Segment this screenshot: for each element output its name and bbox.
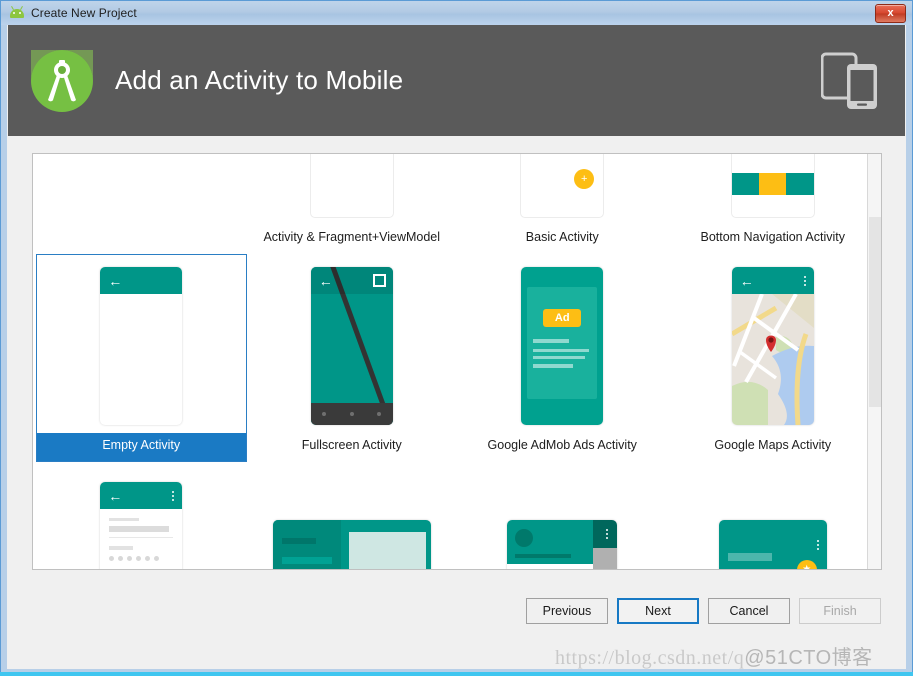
wizard-header: Add an Activity to Mobile <box>8 25 905 136</box>
overflow-menu-icon <box>606 529 609 539</box>
window-bottom-accent <box>0 672 913 676</box>
overflow-menu-icon <box>172 490 175 501</box>
dialog-button-row: Previous Next Cancel Finish <box>526 598 881 624</box>
thumbnail-admob-activity: Ad <box>458 255 667 433</box>
activity-label: Fullscreen Activity <box>301 438 402 452</box>
android-studio-logo-icon <box>31 49 93 112</box>
android-icon <box>9 5 25 21</box>
activity-cell-activity-fragment-viewmodel[interactable]: Activity & Fragment+ViewModel <box>247 154 458 254</box>
back-arrow-icon: ← <box>108 272 123 289</box>
activity-cell-bottom-navigation-activity[interactable]: Bottom Navigation Activity <box>668 154 879 254</box>
activity-cell-navigation-drawer-activity[interactable] <box>457 462 668 569</box>
activity-label: Google AdMob Ads Activity <box>487 438 637 452</box>
activity-grid-scroll[interactable]: Activity & Fragment+ViewModel + Basic Ac… <box>33 154 881 569</box>
back-arrow-icon: ← <box>108 487 123 504</box>
dialog-footer: Previous Next Cancel Finish <box>8 580 905 668</box>
activity-label <box>37 239 246 253</box>
thumbnail-basic-activity: + <box>458 154 667 225</box>
thumbnail-navigation-drawer <box>458 463 667 569</box>
fullscreen-icon <box>372 274 386 287</box>
fab-icon: + <box>574 169 595 189</box>
activity-cell-scrolling-activity[interactable]: ★ <box>668 462 879 569</box>
thumbnail-scrolling-activity: ★ <box>669 463 878 569</box>
activity-cell-login-activity[interactable]: ← <box>36 462 247 569</box>
page-title: Add an Activity to Mobile <box>115 65 404 95</box>
activity-label: Basic Activity <box>525 230 599 244</box>
app-bar: ← <box>100 482 183 509</box>
scrollbar-thumb[interactable] <box>869 217 881 407</box>
activity-label: Google Maps Activity <box>714 438 832 452</box>
ad-badge: Ad <box>543 309 582 327</box>
vertical-scrollbar[interactable] <box>867 154 881 569</box>
window-title: Create New Project <box>31 6 137 20</box>
thumbnail-blank-card <box>248 154 457 225</box>
finish-button: Finish <box>799 598 881 624</box>
phone-tablet-icon <box>820 52 883 110</box>
close-icon[interactable]: x <box>875 3 906 23</box>
cancel-button[interactable]: Cancel <box>708 598 790 624</box>
activity-cell-fullscreen-activity[interactable]: ← Fullscreen Activity <box>247 254 458 462</box>
previous-button[interactable]: Previous <box>526 598 608 624</box>
thumbnail-login-activity: ← <box>37 463 246 569</box>
activity-cell-basic-activity[interactable]: + Basic Activity <box>457 154 668 254</box>
app-bar: ← <box>731 267 814 294</box>
window-titlebar[interactable]: Create New Project x <box>1 1 912 25</box>
activity-grid: Activity & Fragment+ViewModel + Basic Ac… <box>33 154 881 569</box>
overflow-menu-icon <box>803 275 806 286</box>
thumbnail-maps-activity: ← <box>669 255 878 433</box>
app-bar: ← <box>100 267 183 294</box>
activity-label: Bottom Navigation Activity <box>700 230 845 244</box>
thumbnail-bottom-navigation <box>669 154 878 225</box>
overflow-menu-icon <box>816 540 819 550</box>
thumbnail-blank <box>37 154 246 239</box>
next-button[interactable]: Next <box>617 598 699 624</box>
back-arrow-icon: ← <box>739 272 754 289</box>
thumbnail-fullscreen-activity: ← <box>248 255 457 433</box>
dialog-body: Add an Activity to Mobile Activity & Fra… <box>8 25 905 668</box>
activity-template-panel: Activity & Fragment+ViewModel + Basic Ac… <box>32 153 882 570</box>
activity-cell-google-admob-ads-activity[interactable]: Ad Google AdMob Ads Activity <box>457 254 668 462</box>
activity-label: Empty Activity <box>37 433 246 461</box>
thumbnail-empty-activity: ← <box>37 255 246 433</box>
back-arrow-icon: ← <box>318 272 333 289</box>
activity-cell-add-no-activity[interactable] <box>36 154 247 254</box>
activity-cell-empty-activity[interactable]: ← Empty Activity <box>36 254 247 462</box>
activity-cell-master-detail-flow[interactable] <box>247 462 458 569</box>
activity-cell-google-maps-activity[interactable]: ← Google Maps Activity <box>668 254 879 462</box>
thumbnail-master-detail <box>248 463 457 569</box>
map-graphic <box>731 294 814 425</box>
create-new-project-window: Create New Project x Add an Activity to … <box>0 0 913 676</box>
activity-label: Activity & Fragment+ViewModel <box>263 230 441 244</box>
